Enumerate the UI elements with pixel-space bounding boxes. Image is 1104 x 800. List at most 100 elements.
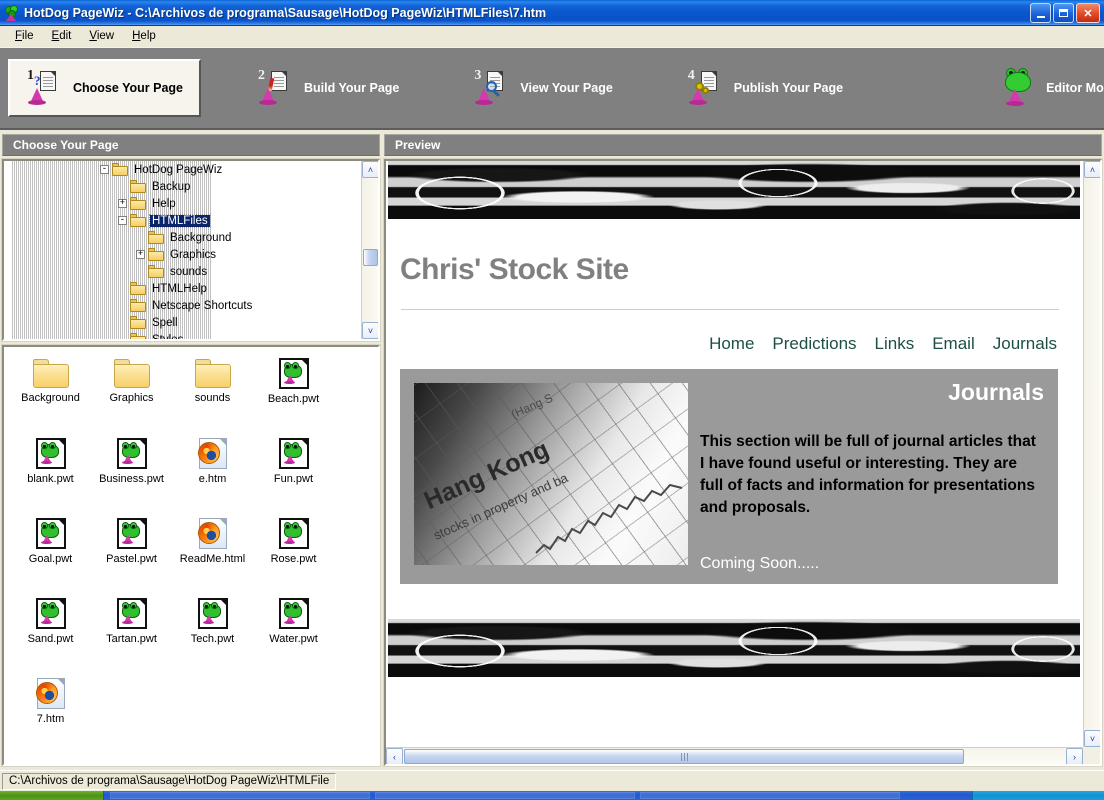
pagewiz-template-icon	[116, 518, 147, 549]
file-name-label: Fun.pwt	[273, 473, 314, 485]
preview-panel: Preview Chris' Stock Site Home Prediction…	[383, 134, 1103, 767]
file-name-label: Beach.pwt	[267, 393, 320, 405]
file-item[interactable]: sounds	[172, 355, 253, 435]
tree-scroll-down-button[interactable]: ˅	[362, 322, 378, 339]
tree-node[interactable]: sounds	[4, 263, 361, 280]
taskbar-item[interactable]	[110, 792, 370, 799]
pagewiz-template-icon	[116, 598, 147, 629]
page-nav-link-links[interactable]: Links	[875, 334, 915, 354]
tree-rows-container: - HotDog PageWiz Backup + Help - HTMLFiles Back…	[4, 161, 361, 339]
work-area: Choose Your Page - HotDog PageWiz Backup + H…	[0, 132, 1104, 770]
tree-scroll-thumb[interactable]	[363, 249, 378, 266]
menu-item-view[interactable]: View	[80, 28, 123, 44]
page-content-section: Journals (Hang S Hang Kong stocks in pro…	[400, 369, 1058, 584]
minimize-button[interactable]	[1030, 3, 1051, 23]
maximize-button[interactable]	[1053, 3, 1074, 23]
expand-icon[interactable]: +	[136, 250, 145, 259]
preview-scroll-left-button[interactable]: ‹	[386, 748, 403, 764]
start-button[interactable]	[0, 791, 104, 800]
menu-label-view-rest: iew	[96, 30, 115, 42]
step-button-view-your-page[interactable]: 3 View Your Page	[455, 59, 630, 117]
file-item[interactable]: Graphics	[91, 355, 172, 435]
preview-scroll-up-button[interactable]: ˄	[1084, 161, 1100, 178]
file-item[interactable]: Tartan.pwt	[91, 595, 172, 675]
folder-tree-scroll-area: - HotDog PageWiz Backup + Help - HTMLFiles Back…	[4, 161, 361, 339]
file-icon-list[interactable]: Background Graphics sounds Beach.pwt blank.p…	[1, 344, 381, 767]
status-path-cell: C:\Archivos de programa\Sausage\HotDog P…	[2, 772, 337, 790]
preview-scroll-right-button[interactable]: ›	[1066, 748, 1083, 764]
app-icon	[4, 4, 20, 21]
file-item[interactable]: Business.pwt	[91, 435, 172, 515]
step-number-2: 2	[257, 68, 265, 83]
file-item[interactable]: Water.pwt	[253, 595, 334, 675]
step-button-publish-your-page[interactable]: 4 Publish Your Page	[669, 59, 861, 117]
page-nav-link-predictions[interactable]: Predictions	[772, 334, 856, 354]
close-button[interactable]: ✕	[1076, 3, 1100, 23]
tree-node-label: Spell	[152, 316, 178, 329]
file-item[interactable]: Goal.pwt	[10, 515, 91, 595]
preview-vertical-scrollbar[interactable]: ˄ ˅	[1083, 161, 1100, 747]
tree-node[interactable]: Spell	[4, 314, 361, 331]
file-item[interactable]: blank.pwt	[10, 435, 91, 515]
tree-node[interactable]: + Help	[4, 195, 361, 212]
preview-horizontal-scrollbar[interactable]: ‹ ›	[386, 747, 1083, 764]
page-nav-link-journals[interactable]: Journals	[993, 334, 1057, 354]
menu-label-help-rest: elp	[140, 30, 156, 42]
window-title: HotDog PageWiz - C:\Archivos de programa…	[24, 5, 547, 20]
file-name-label: 7.htm	[36, 713, 65, 725]
file-item[interactable]: ReadMe.html	[172, 515, 253, 595]
tree-node[interactable]: Backup	[4, 178, 361, 195]
file-item[interactable]: Sand.pwt	[10, 595, 91, 675]
tree-node-label: Netscape Shortcuts	[152, 299, 253, 312]
step-label-2: Build Your Page	[303, 81, 400, 95]
tree-node[interactable]: - HTMLFiles	[4, 212, 361, 229]
editor-mode-button[interactable]: Editor Mode	[981, 59, 1104, 117]
tree-node[interactable]: + Graphics	[4, 246, 361, 263]
file-icon-grid: Background Graphics sounds Beach.pwt blank.p…	[4, 347, 378, 755]
file-name-label: blank.pwt	[27, 473, 74, 485]
stock-chart-line	[535, 483, 683, 554]
file-item[interactable]: Tech.pwt	[172, 595, 253, 675]
taskbar-item[interactable]	[640, 792, 900, 799]
preview-viewport[interactable]: Chris' Stock Site Home Predictions Links Em…	[383, 158, 1103, 767]
file-item[interactable]: Background	[10, 355, 91, 435]
step-button-choose-your-page[interactable]: 1 ? Choose Your Page	[8, 59, 201, 117]
file-item[interactable]: Fun.pwt	[253, 435, 334, 515]
tree-scroll-up-button[interactable]: ˄	[362, 161, 378, 178]
step-button-build-your-page[interactable]: 2 Build Your Page	[239, 59, 417, 117]
tree-node[interactable]: Styles	[4, 331, 361, 339]
taskbar-item[interactable]	[375, 792, 635, 799]
file-item[interactable]: 7.htm	[10, 675, 91, 755]
file-item[interactable]: e.htm	[172, 435, 253, 515]
file-item[interactable]: Rose.pwt	[253, 515, 334, 595]
file-item[interactable]: Beach.pwt	[253, 355, 334, 435]
collapse-icon[interactable]: -	[100, 165, 109, 174]
tree-vertical-scrollbar[interactable]: ˄ ˅	[361, 161, 378, 339]
tree-node[interactable]: Netscape Shortcuts	[4, 297, 361, 314]
collapse-icon[interactable]: -	[118, 216, 127, 225]
tree-node[interactable]: - HotDog PageWiz	[4, 161, 361, 178]
page-nav-link-email[interactable]: Email	[932, 334, 975, 354]
pagewiz-template-icon	[278, 358, 309, 389]
tree-node[interactable]: HTMLHelp	[4, 280, 361, 297]
file-name-label: Goal.pwt	[28, 553, 73, 565]
menu-item-file[interactable]: File	[6, 28, 43, 44]
pagewiz-template-icon	[35, 438, 66, 469]
folder-tree[interactable]: - HotDog PageWiz Backup + Help - HTMLFiles Back…	[1, 158, 381, 342]
preview-scroll-down-button[interactable]: ˅	[1084, 730, 1100, 747]
folder-icon	[113, 359, 150, 388]
page-nav-link-home[interactable]: Home	[709, 334, 754, 354]
expand-icon[interactable]: +	[118, 199, 127, 208]
status-bar: C:\Archivos de programa\Sausage\HotDog P…	[0, 770, 1104, 791]
preview-hscroll-thumb[interactable]	[404, 749, 964, 764]
tree-node[interactable]: Background	[4, 229, 361, 246]
system-tray[interactable]	[972, 791, 1104, 800]
frog-wizard-icon	[999, 68, 1039, 108]
tree-node-label: HotDog PageWiz	[134, 163, 223, 176]
file-item[interactable]: Pastel.pwt	[91, 515, 172, 595]
step-label-3: View Your Page	[520, 81, 613, 95]
menu-item-help[interactable]: Help	[123, 28, 165, 44]
menu-item-edit[interactable]: Edit	[43, 28, 81, 44]
file-name-label: ReadMe.html	[179, 553, 246, 565]
